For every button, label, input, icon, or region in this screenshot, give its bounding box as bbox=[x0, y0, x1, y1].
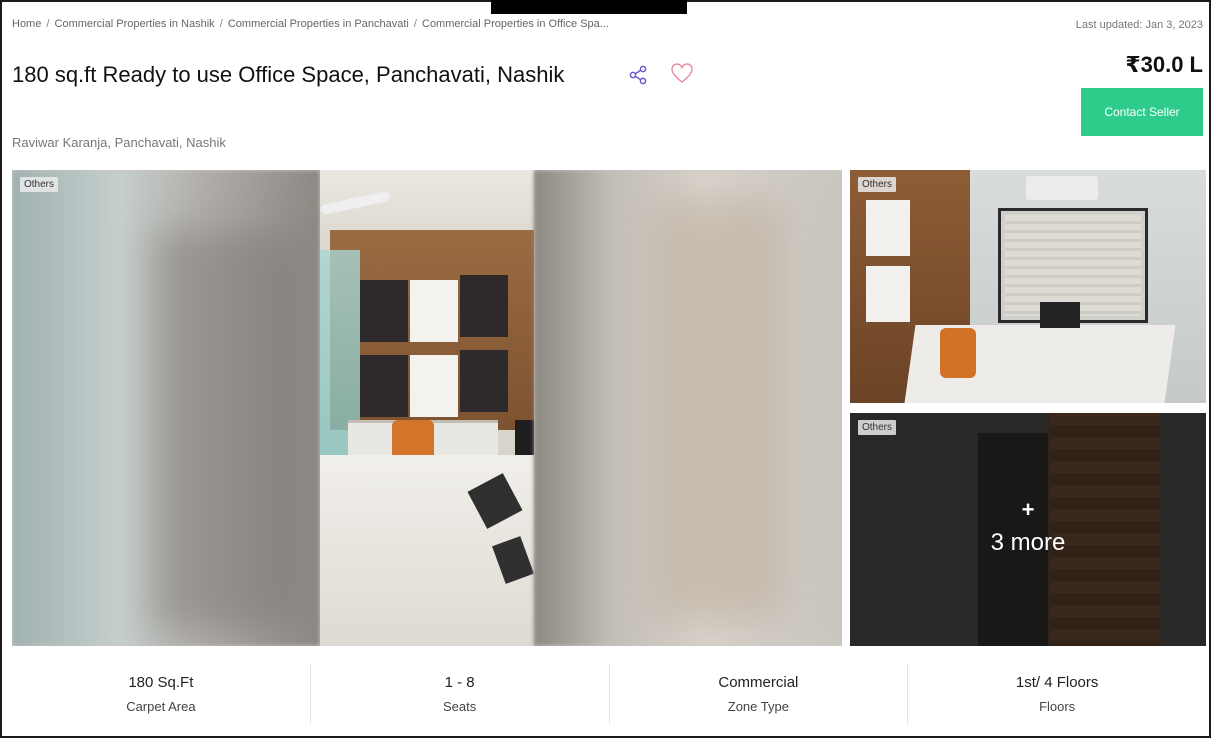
plus-icon: + bbox=[1021, 497, 1035, 522]
photo-category-tag: Others bbox=[20, 177, 59, 192]
stat-carpet-area: 180 Sq.Ft Carpet Area bbox=[12, 664, 311, 724]
stat-value: 1 - 8 bbox=[444, 674, 475, 691]
stat-value: Commercial bbox=[718, 674, 799, 691]
stat-value: 180 Sq.Ft bbox=[128, 674, 194, 691]
stat-floors: 1st/ 4 Floors Floors bbox=[908, 664, 1206, 724]
property-address: Raviwar Karanja, Panchavati, Nashik bbox=[12, 135, 226, 150]
air-conditioner bbox=[1026, 176, 1098, 200]
heart-icon[interactable] bbox=[670, 62, 694, 84]
stat-seats: 1 - 8 Seats bbox=[311, 664, 610, 724]
photo-gallery: Others Others Others + 3 more bbox=[12, 170, 1206, 646]
stat-label: Carpet Area bbox=[126, 699, 196, 714]
photo-category-tag: Others bbox=[858, 177, 897, 192]
blurred-left-panel bbox=[12, 170, 320, 646]
share-icon[interactable] bbox=[627, 64, 649, 86]
thumbnail-photo-more[interactable]: Others + 3 more bbox=[850, 413, 1206, 646]
stat-value: 1st/ 4 Floors bbox=[1015, 674, 1099, 691]
main-photo[interactable]: Others bbox=[12, 170, 842, 646]
blurred-right-panel bbox=[534, 170, 842, 646]
photo-category-tag: Others bbox=[858, 420, 897, 435]
office-photo bbox=[320, 170, 534, 646]
stat-label: Zone Type bbox=[727, 699, 789, 714]
breadcrumb-nashik[interactable]: Commercial Properties in Nashik bbox=[55, 18, 215, 30]
breadcrumb-home[interactable]: Home bbox=[12, 18, 41, 30]
last-updated: Last updated: Jan 3, 2023 bbox=[1075, 19, 1203, 31]
top-bar-tab bbox=[491, 0, 687, 14]
stat-label: Seats bbox=[443, 699, 477, 714]
breadcrumb-panchavati[interactable]: Commercial Properties in Panchavati bbox=[228, 18, 409, 30]
listing-price: ₹30.0 L bbox=[1125, 52, 1203, 77]
property-stats: 180 Sq.Ft Carpet Area 1 - 8 Seats Commer… bbox=[12, 664, 1206, 724]
breadcrumb: Home / Commercial Properties in Nashik /… bbox=[12, 18, 609, 30]
breadcrumb-office-space[interactable]: Commercial Properties in Office Spa... bbox=[422, 18, 609, 30]
more-photos-label: 3 more bbox=[990, 529, 1066, 556]
stat-label: Floors bbox=[1039, 699, 1076, 714]
stat-zone-type: Commercial Zone Type bbox=[610, 664, 909, 724]
contact-seller-button[interactable]: Contact Seller bbox=[1081, 88, 1203, 136]
page-title: 180 sq.ft Ready to use Office Space, Pan… bbox=[12, 62, 565, 87]
thumbnail-photo-1[interactable]: Others bbox=[850, 170, 1206, 403]
